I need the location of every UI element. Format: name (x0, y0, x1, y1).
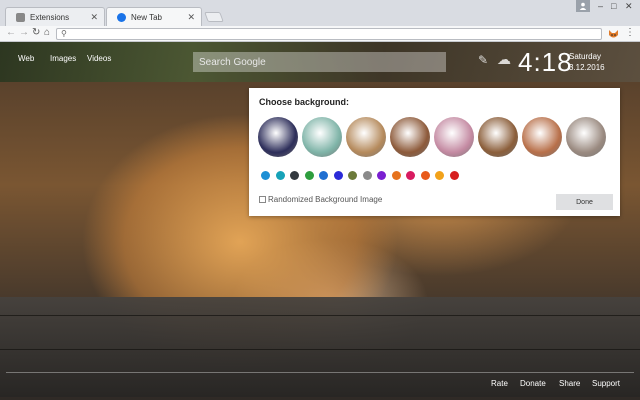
background-thumbnail[interactable] (390, 117, 430, 157)
panel-title: Choose background: (259, 97, 350, 107)
color-swatch[interactable] (420, 171, 430, 180)
color-swatch[interactable] (304, 171, 314, 180)
randomize-checkbox[interactable] (259, 196, 266, 203)
rate-link[interactable]: Rate (491, 379, 508, 388)
support-link[interactable]: Support (592, 379, 620, 388)
color-swatch[interactable] (377, 171, 386, 180)
background-thumbnail[interactable] (302, 117, 342, 157)
color-swatch[interactable] (319, 171, 328, 180)
images-link[interactable]: Images (50, 54, 76, 63)
randomize-label[interactable]: Randomized Background Image (268, 195, 382, 204)
color-swatch[interactable] (362, 171, 372, 180)
menu-dots-icon[interactable]: ⋮ (625, 27, 635, 38)
cloud-icon: ☁ (497, 51, 511, 67)
search-input[interactable] (193, 52, 446, 72)
search-icon: ⚲ (61, 29, 67, 38)
search-logo-icon (117, 12, 126, 22)
new-tab-button[interactable] (204, 12, 224, 22)
color-swatch[interactable] (275, 171, 285, 180)
close-icon[interactable]: ✕ (187, 12, 195, 23)
tab-label: Extensions (30, 12, 70, 22)
browser-toolbar: ← → ↻ ⌂ ⚲ ⋮ (0, 26, 640, 42)
background-thumbnail[interactable] (478, 117, 518, 157)
maximize-button[interactable]: □ (611, 1, 616, 11)
color-swatch[interactable] (391, 171, 401, 180)
new-tab-page: Web Images Videos ✎ ☁ 4:18 Saturday 3.12… (0, 42, 640, 400)
reload-icon[interactable]: ↻ (32, 27, 40, 38)
tab-label: New Tab (131, 12, 162, 22)
close-icon[interactable]: ✕ (90, 12, 98, 23)
footer-divider (6, 372, 634, 373)
home-icon[interactable]: ⌂ (44, 27, 50, 38)
clock-date: 3.12.2016 (569, 63, 605, 72)
window-close-button[interactable]: ✕ (625, 1, 633, 12)
share-link[interactable]: Share (559, 379, 580, 388)
tab-strip: Extensions ✕ New Tab ✕ – □ ✕ (0, 0, 640, 26)
color-swatch[interactable] (406, 171, 415, 180)
profile-icon[interactable] (576, 0, 590, 12)
color-swatch[interactable] (449, 171, 459, 180)
pen-icon[interactable]: ✎ (478, 53, 488, 67)
background-thumbnail[interactable] (434, 117, 474, 157)
clock-day: Saturday (569, 52, 602, 61)
puzzle-icon (16, 12, 25, 22)
background-thumbnail[interactable] (258, 117, 298, 157)
background-thumbnail[interactable] (346, 117, 386, 157)
done-button[interactable]: Done (556, 194, 613, 210)
board-divider (0, 315, 640, 316)
background-chooser-panel: Choose background: Randomized Background… (249, 88, 620, 216)
donate-link[interactable]: Donate (520, 379, 546, 388)
color-swatch[interactable] (261, 171, 270, 180)
forward-arrow-icon[interactable]: → (19, 27, 29, 38)
minimize-button[interactable]: – (598, 1, 603, 11)
color-swatch[interactable] (290, 171, 299, 180)
tab-new-tab[interactable]: New Tab ✕ (106, 7, 202, 26)
back-arrow-icon[interactable]: ← (6, 27, 16, 38)
background-thumbnail[interactable] (522, 117, 562, 157)
color-swatch[interactable] (333, 171, 343, 180)
color-swatch[interactable] (348, 171, 357, 180)
web-link[interactable]: Web (18, 54, 34, 63)
background-thumbnail[interactable] (566, 117, 606, 157)
address-bar[interactable]: ⚲ (56, 28, 602, 40)
board-divider (0, 349, 640, 350)
tab-extensions[interactable]: Extensions ✕ (5, 7, 105, 26)
fox-extension-icon[interactable] (607, 28, 619, 40)
color-swatch[interactable] (435, 171, 444, 180)
clock-time: 4:18 (518, 47, 573, 77)
videos-link[interactable]: Videos (87, 54, 111, 63)
